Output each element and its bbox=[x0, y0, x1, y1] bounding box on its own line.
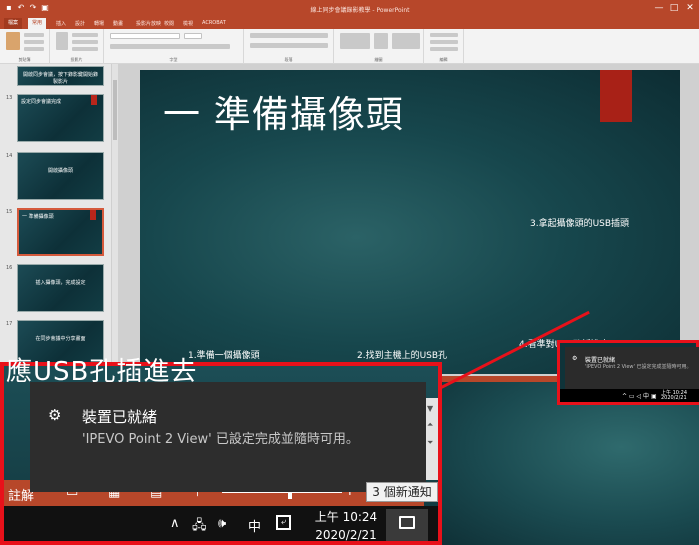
ime-indicator[interactable]: 中 bbox=[248, 516, 261, 535]
clock-time: 上午 10:24 bbox=[314, 510, 378, 524]
ime-mode-icon[interactable]: ⤶ bbox=[276, 515, 291, 530]
slide-number: 15 bbox=[6, 209, 13, 215]
slide-thumbnail[interactable]: 設定同步會議完成 bbox=[17, 94, 104, 142]
list-buttons[interactable] bbox=[250, 33, 328, 38]
group-drawing: 繪圖 bbox=[334, 29, 424, 64]
slide-number: 14 bbox=[6, 153, 13, 159]
tab-slideshow[interactable]: 投影片放映 bbox=[136, 20, 161, 27]
title-bar: ▪ ↶ ↷ ▣ 線上同步會議錄影教學 - PowerPoint — □ ✕ bbox=[0, 0, 699, 18]
cut-button[interactable] bbox=[24, 33, 44, 37]
copy-button[interactable] bbox=[24, 40, 44, 44]
group-font: 字型 bbox=[104, 29, 244, 64]
thumbnail-scroll-thumb[interactable] bbox=[113, 80, 117, 140]
tab-file[interactable]: 檔案 bbox=[4, 18, 23, 29]
small-notification-message: 'IPEVO Point 2 View' 已設定完成並隨時可用。 bbox=[585, 364, 692, 370]
notification-icon bbox=[399, 516, 415, 529]
next-slide-icon[interactable]: ⏷ bbox=[427, 438, 433, 448]
tab-transitions[interactable]: 轉場 bbox=[94, 20, 104, 27]
group-clipboard: 剪貼簿 bbox=[0, 29, 50, 64]
slide-number: 13 bbox=[6, 95, 13, 101]
window-title: 線上同步會議錄影教學 - PowerPoint bbox=[310, 7, 410, 14]
network-icon[interactable]: 🖧 bbox=[192, 516, 207, 538]
slide-number: 16 bbox=[6, 265, 13, 271]
group-paragraph: 段落 bbox=[244, 29, 334, 64]
layout-button[interactable] bbox=[72, 33, 98, 37]
maximize-button[interactable]: □ bbox=[667, 2, 681, 14]
tab-insert[interactable]: 插入 bbox=[56, 20, 66, 27]
slide-red-tag bbox=[90, 210, 96, 220]
new-notifications-badge[interactable]: 3 個新通知 bbox=[366, 482, 438, 502]
quick-styles-button[interactable] bbox=[392, 33, 420, 49]
prev-slide-icon[interactable]: ⏶ bbox=[427, 420, 433, 430]
font-name-select[interactable] bbox=[110, 33, 180, 39]
volume-icon[interactable]: 🕪 bbox=[218, 516, 226, 531]
section-button[interactable] bbox=[72, 47, 98, 51]
minimize-button[interactable]: — bbox=[652, 2, 666, 14]
slide-red-tag bbox=[91, 95, 97, 105]
undo-icon[interactable]: ↶ bbox=[16, 3, 26, 13]
format-painter-button[interactable] bbox=[24, 47, 44, 51]
slide-step-2[interactable]: 2.找到主機上的USB孔 bbox=[357, 348, 447, 361]
small-notification-toast[interactable]: ⚙ 裝置已就緒 'IPEVO Point 2 View' 已設定完成並隨時可用。 bbox=[565, 347, 699, 389]
scroll-down-icon[interactable]: ▼ bbox=[427, 404, 433, 413]
slide-title[interactable]: 一 準備攝像頭 bbox=[163, 84, 404, 138]
start-presentation-icon[interactable]: ▣ bbox=[40, 3, 50, 13]
tab-view[interactable]: 檢視 bbox=[183, 20, 193, 27]
small-notification-title: 裝置已就緒 bbox=[585, 357, 616, 364]
clock[interactable]: 上午 10:24 2020/2/21 bbox=[312, 508, 380, 544]
font-format-buttons[interactable] bbox=[110, 44, 230, 49]
slide-thumbnail[interactable]: 插入攝像頭，完成設定 bbox=[17, 264, 104, 312]
slide-step-3[interactable]: 3.拿起攝像頭的USB插頭 bbox=[530, 216, 629, 229]
tray-icons: ^ ▭ ◁ 中 ▣ bbox=[622, 393, 657, 400]
paste-icon[interactable] bbox=[6, 32, 20, 50]
notification-title: 裝置已就緒 bbox=[82, 408, 158, 426]
group-editing: 編輯 bbox=[424, 29, 464, 64]
tab-design[interactable]: 設計 bbox=[75, 20, 85, 27]
slide-thumbnail[interactable]: 開啟同步會議，按下錄影鍵開始錄製影片 bbox=[17, 66, 104, 86]
ribbon: 剪貼簿 投影片 字型 段落 繪圖 編輯 bbox=[0, 29, 699, 64]
small-taskbar: ^ ▭ ◁ 中 ▣ 上午 10:24 2020/2/21 bbox=[560, 389, 699, 402]
slide-step-1[interactable]: 1.準備一個攝像頭 bbox=[188, 348, 260, 361]
arrange-button[interactable] bbox=[374, 33, 388, 49]
slide-red-tab bbox=[600, 70, 632, 122]
clock-date: 2020/2/21 bbox=[315, 528, 377, 542]
redo-icon[interactable]: ↷ bbox=[28, 3, 38, 13]
small-clock-date: 2020/2/21 bbox=[661, 395, 687, 401]
notification-toast[interactable]: ⚙ 裝置已就緒 'IPEVO Point 2 View' 已設定完成並隨時可用。 bbox=[30, 382, 426, 492]
zoomed-scrollbar[interactable]: ▼ ⏶ ⏷ bbox=[424, 398, 438, 480]
action-center-button[interactable] bbox=[386, 509, 428, 541]
tab-home[interactable]: 常用 bbox=[28, 18, 47, 29]
notification-message: 'IPEVO Point 2 View' 已設定完成並隨時可用。 bbox=[82, 432, 359, 447]
reset-button[interactable] bbox=[72, 40, 98, 44]
font-size-select[interactable] bbox=[184, 33, 202, 39]
slide-number: 17 bbox=[6, 321, 13, 327]
replace-button[interactable] bbox=[430, 40, 458, 44]
tab-animations[interactable]: 動畫 bbox=[113, 20, 123, 27]
slide-thumbnail[interactable]: 開啟攝像頭 bbox=[17, 152, 104, 200]
tab-acrobat[interactable]: ACROBAT bbox=[202, 20, 226, 26]
desktop-background bbox=[440, 382, 699, 545]
slide-thumbnail-selected[interactable]: 一 準備攝像頭 bbox=[17, 208, 104, 256]
gear-icon: ⚙ bbox=[572, 355, 578, 362]
select-button[interactable] bbox=[430, 47, 458, 51]
tab-review[interactable]: 校閱 bbox=[164, 20, 174, 27]
ribbon-tabs: 檔案 常用 插入 設計 轉場 動畫 投影片放映 校閱 檢視 ACROBAT bbox=[0, 18, 699, 29]
chevron-up-icon[interactable]: ∧ bbox=[170, 516, 180, 531]
gear-icon: ⚙ bbox=[48, 406, 62, 424]
find-button[interactable] bbox=[430, 33, 458, 37]
group-slides: 投影片 bbox=[50, 29, 104, 64]
close-button[interactable]: ✕ bbox=[683, 2, 697, 14]
slide-thumbnail-pane: 開啟同步會議，按下錄影鍵開始錄製影片 13 設定同步會議完成 14 開啟攝像頭 … bbox=[0, 64, 112, 368]
new-slide-icon[interactable] bbox=[56, 32, 68, 50]
shapes-gallery[interactable] bbox=[340, 33, 370, 49]
save-icon[interactable]: ▪ bbox=[4, 3, 14, 13]
align-buttons[interactable] bbox=[250, 43, 328, 48]
